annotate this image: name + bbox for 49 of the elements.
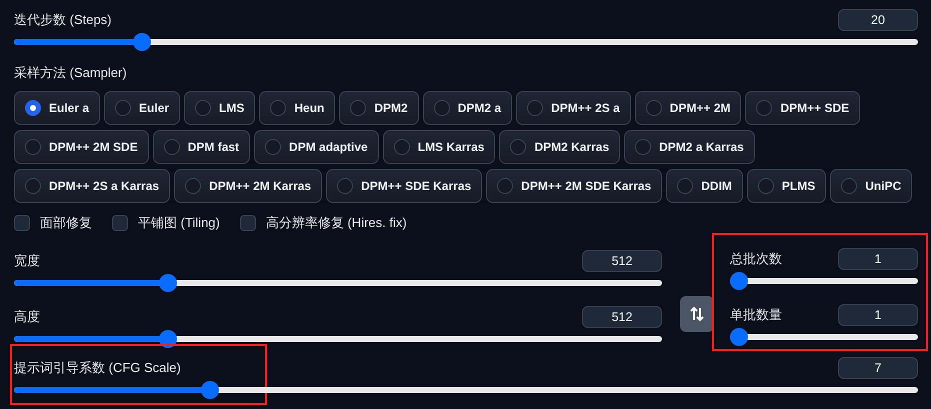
slider[interactable] <box>14 273 662 293</box>
radio-option[interactable]: DPM++ 2M SDE <box>14 130 149 164</box>
slider-label: 单批数量 <box>730 306 782 324</box>
slider-label: 宽度 <box>14 252 40 270</box>
number-field[interactable]: 1 <box>838 304 918 326</box>
swap-arrows-icon <box>690 306 704 322</box>
slider[interactable] <box>14 380 918 400</box>
checkbox[interactable] <box>14 215 30 231</box>
slider-label: 高度 <box>14 308 40 326</box>
number-field[interactable]: 1 <box>838 248 918 270</box>
number-field[interactable]: 512 <box>582 306 662 328</box>
checkbox[interactable] <box>240 215 256 231</box>
radio-option[interactable]: DPM2 <box>339 91 419 125</box>
radio-option[interactable]: DPM++ SDE <box>745 91 860 125</box>
checkbox[interactable] <box>112 215 128 231</box>
swap-button[interactable] <box>680 296 714 332</box>
radio-option[interactable]: DPM fast <box>152 130 250 164</box>
radio-option[interactable]: Heun <box>259 91 336 125</box>
radio-option[interactable]: DDIM <box>666 169 743 203</box>
number-field[interactable]: 7 <box>838 357 918 379</box>
section-label: 采样方法 (Sampler) <box>14 64 128 82</box>
slider[interactable] <box>14 329 662 349</box>
slider[interactable] <box>730 327 918 347</box>
radio-option[interactable]: DPM++ 2M SDE Karras <box>486 169 662 203</box>
radio-option[interactable]: DPM++ 2S a Karras <box>14 169 170 203</box>
number-field[interactable]: 20 <box>838 9 918 31</box>
checkbox-label: 面部修复 <box>40 214 92 232</box>
radio-option[interactable]: DPM2 a <box>422 91 512 125</box>
slider-label: 迭代步数 (Steps) <box>14 11 112 29</box>
checkbox-label: 平铺图 (Tiling) <box>138 214 220 232</box>
radio-option[interactable]: DPM2 a Karras <box>624 130 755 164</box>
radio-option[interactable]: DPM2 Karras <box>499 130 620 164</box>
radio-option[interactable]: LMS <box>184 91 256 125</box>
radio-option[interactable]: Euler a <box>14 91 100 125</box>
radio-option[interactable]: DPM++ 2S a <box>516 91 631 125</box>
radio-option[interactable]: DPM++ 2M Karras <box>174 169 322 203</box>
radio-option[interactable]: Euler <box>104 91 180 125</box>
slider-label: 提示词引导系数 (CFG Scale) <box>14 359 181 377</box>
radio-option[interactable]: PLMS <box>746 169 826 203</box>
radio-option[interactable]: DPM adaptive <box>254 130 379 164</box>
slider-label: 总批次数 <box>730 250 782 268</box>
slider[interactable] <box>730 271 918 291</box>
checkbox-label: 高分辨率修复 (Hires. fix) <box>266 214 407 232</box>
number-field[interactable]: 512 <box>582 250 662 272</box>
radio-option[interactable]: DPM++ SDE Karras <box>326 169 482 203</box>
radio-option[interactable]: UniPC <box>830 169 912 203</box>
radio-option[interactable]: LMS Karras <box>382 130 496 164</box>
slider[interactable] <box>14 32 918 52</box>
radio-option[interactable]: DPM++ 2M <box>634 91 742 125</box>
